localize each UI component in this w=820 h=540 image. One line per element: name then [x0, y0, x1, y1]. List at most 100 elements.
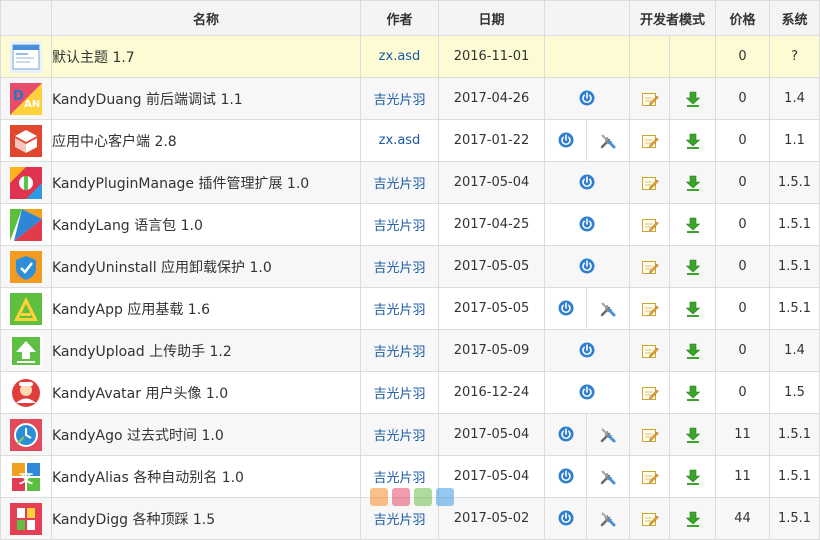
table-row: KandyAvatar 用户头像 1.0 吉光片羽 2016-12-24 0 1.5: [0, 371, 820, 414]
plugin-price: 0: [715, 119, 771, 162]
settings-button[interactable]: [599, 468, 617, 486]
author-link[interactable]: 吉光片羽: [360, 287, 439, 330]
system-version: 1.5.1: [769, 455, 820, 498]
release-date: 2016-11-01: [438, 35, 545, 78]
system-version: 1.5: [769, 371, 820, 414]
download-button[interactable]: [684, 174, 702, 192]
kandy-app-icon: [10, 292, 42, 325]
plugin-name: KandyAvatar 用户头像 1.0: [51, 371, 361, 414]
dev-cell: [668, 329, 717, 372]
author-link[interactable]: 吉光片羽: [360, 371, 439, 414]
author-link[interactable]: 吉光片羽: [360, 329, 439, 372]
download-button[interactable]: [684, 384, 702, 402]
enable-toggle-button[interactable]: [578, 384, 596, 402]
download-button[interactable]: [684, 132, 702, 150]
download-button[interactable]: [684, 468, 702, 486]
dev-cell: [668, 77, 717, 120]
release-date: 2017-05-05: [438, 287, 545, 330]
action-cell: [544, 287, 587, 330]
author-link[interactable]: 吉光片羽: [360, 413, 439, 456]
download-button[interactable]: [684, 216, 702, 234]
release-date: 2017-05-09: [438, 329, 545, 372]
edit-source-button[interactable]: [641, 468, 659, 486]
theme-icon: [10, 40, 42, 73]
edit-source-button[interactable]: [641, 300, 659, 318]
action-cell: [544, 77, 630, 120]
release-date: 2017-05-04: [438, 161, 545, 204]
enable-toggle-button[interactable]: [578, 258, 596, 276]
settings-button[interactable]: [599, 132, 617, 150]
plugin-name: KandyUninstall 应用卸载保护 1.0: [51, 245, 361, 288]
plugin-price: 0: [715, 245, 771, 288]
header-price: 价格: [715, 0, 771, 36]
edit-source-button[interactable]: [641, 90, 659, 108]
download-icon: [684, 469, 702, 490]
plugin-icon-cell: [0, 203, 52, 246]
settings-button[interactable]: [599, 426, 617, 444]
dev-cell: [629, 329, 670, 372]
enable-toggle-button[interactable]: [557, 468, 575, 486]
edit-source-button[interactable]: [641, 426, 659, 444]
edit-source-button[interactable]: [641, 216, 659, 234]
dev-cell: [629, 161, 670, 204]
enable-toggle-button[interactable]: [578, 90, 596, 108]
plugin-price: 44: [715, 497, 771, 540]
dev-cell: [629, 245, 670, 288]
tools-icon: [599, 427, 617, 448]
edit-source-button[interactable]: [641, 342, 659, 360]
enable-toggle-button[interactable]: [557, 132, 575, 150]
plugin-name: KandyDuang 前后端调试 1.1: [51, 77, 361, 120]
author-link[interactable]: zx.asd: [360, 35, 439, 78]
duang-icon: D AN: [10, 82, 42, 115]
author-link[interactable]: 吉光片羽: [360, 455, 439, 498]
system-version: 1.5.1: [769, 161, 820, 204]
edit-source-button[interactable]: [641, 258, 659, 276]
system-version: 1.4: [769, 77, 820, 120]
power-icon: [558, 300, 574, 320]
download-button[interactable]: [684, 426, 702, 444]
action-cell: [544, 161, 630, 204]
enable-toggle-button[interactable]: [578, 216, 596, 234]
svg-text:文: 文: [19, 470, 34, 487]
download-button[interactable]: [684, 300, 702, 318]
download-button[interactable]: [684, 342, 702, 360]
power-icon: [579, 258, 595, 278]
settings-button[interactable]: [599, 510, 617, 528]
edit-icon: [641, 386, 659, 406]
enable-toggle-button[interactable]: [557, 510, 575, 528]
download-button[interactable]: [684, 510, 702, 528]
svg-text:D: D: [13, 89, 24, 104]
action-cell: [544, 329, 630, 372]
tools-icon: [599, 133, 617, 154]
edit-source-button[interactable]: [641, 510, 659, 528]
author-link[interactable]: 吉光片羽: [360, 77, 439, 120]
dev-cell: [668, 119, 717, 162]
download-button[interactable]: [684, 90, 702, 108]
download-button[interactable]: [684, 258, 702, 276]
clock-icon: [10, 418, 42, 451]
author-link[interactable]: 吉光片羽: [360, 203, 439, 246]
enable-toggle-button[interactable]: [578, 174, 596, 192]
header-name: 名称: [51, 0, 361, 36]
settings-button[interactable]: [599, 300, 617, 318]
author-link[interactable]: zx.asd: [360, 119, 439, 162]
dev-cell: [629, 287, 670, 330]
header-date: 日期: [438, 0, 545, 36]
system-version: ?: [769, 35, 820, 78]
author-link[interactable]: 吉光片羽: [360, 245, 439, 288]
edit-source-button[interactable]: [641, 384, 659, 402]
download-icon: [684, 427, 702, 448]
edit-source-button[interactable]: [641, 132, 659, 150]
enable-toggle-button[interactable]: [578, 342, 596, 360]
plugin-name: KandyUpload 上传助手 1.2: [51, 329, 361, 372]
edit-source-button[interactable]: [641, 174, 659, 192]
enable-toggle-button[interactable]: [557, 426, 575, 444]
power-icon: [558, 510, 574, 530]
system-version: 1.5.1: [769, 245, 820, 288]
author-link[interactable]: 吉光片羽: [360, 161, 439, 204]
enable-toggle-button[interactable]: [557, 300, 575, 318]
dev-cell: [668, 35, 717, 78]
author-link[interactable]: 吉光片羽: [360, 497, 439, 540]
system-version: 1.4: [769, 329, 820, 372]
lang-icon: [10, 208, 42, 241]
